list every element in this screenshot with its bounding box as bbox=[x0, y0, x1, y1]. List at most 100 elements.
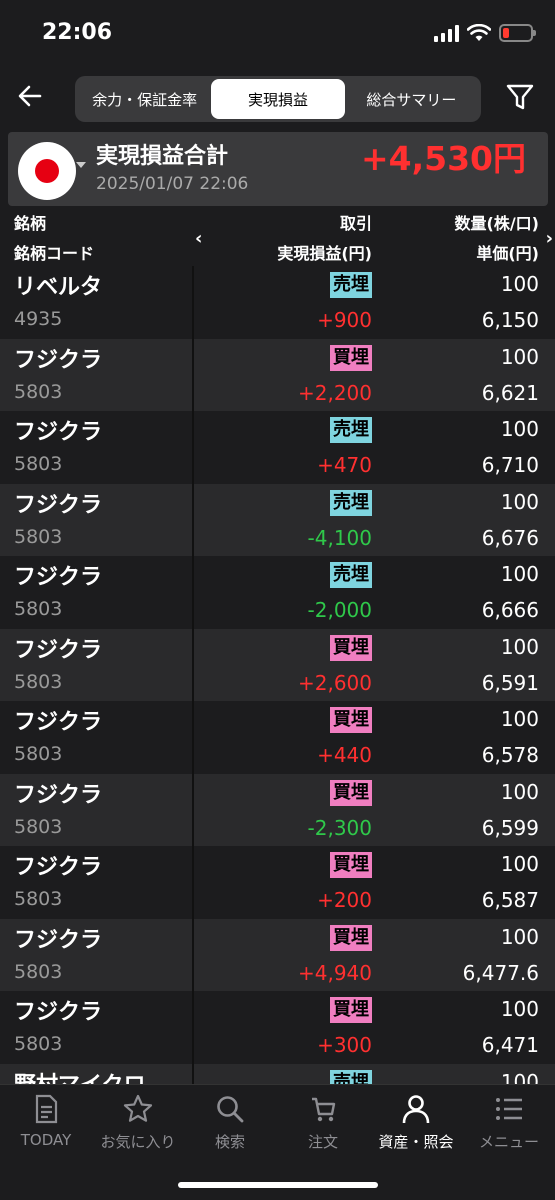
stock-code: 5803 bbox=[14, 453, 63, 475]
stock-code: 5803 bbox=[14, 743, 63, 765]
realized-pl: -2,300 bbox=[307, 815, 372, 840]
trade-row[interactable]: フジクラ 5803 買埋 +4,940 100 6,477.6 bbox=[0, 918, 555, 991]
trade-row[interactable]: フジクラ 5803 売埋 -2,000 100 6,666 bbox=[0, 556, 555, 629]
header-name: 銘柄 bbox=[14, 214, 47, 233]
market-flag-button[interactable] bbox=[18, 142, 76, 200]
menu-icon bbox=[496, 1098, 522, 1120]
trade-row[interactable]: フジクラ 5803 買埋 -2,300 100 6,599 bbox=[0, 773, 555, 846]
trade-row[interactable]: フジクラ 5803 売埋 -4,100 100 6,676 bbox=[0, 483, 555, 556]
column-divider bbox=[192, 846, 194, 919]
trade-badge: 買埋 bbox=[330, 707, 372, 733]
stock-name: フジクラ bbox=[14, 637, 103, 663]
trade-row[interactable]: フジクラ 5803 買埋 +2,600 100 6,591 bbox=[0, 628, 555, 701]
column-divider bbox=[192, 701, 194, 774]
stock-name: フジクラ bbox=[14, 492, 103, 518]
quantity: 100 bbox=[500, 924, 539, 949]
quantity: 100 bbox=[500, 562, 539, 586]
star-icon bbox=[123, 1094, 153, 1122]
search-icon bbox=[217, 1096, 244, 1123]
column-divider bbox=[192, 266, 194, 339]
trade-row[interactable]: フジクラ 5803 買埋 +2,200 100 6,621 bbox=[0, 338, 555, 411]
cellular-signal-icon bbox=[434, 24, 459, 42]
unit-price: 6,591 bbox=[481, 670, 539, 695]
stock-name: 野村マイクロ… bbox=[14, 1067, 190, 1085]
unit-price: 6,578 bbox=[481, 743, 539, 767]
nav-today-label: TODAY bbox=[20, 1131, 72, 1149]
stock-code: 5803 bbox=[14, 960, 63, 983]
realized-pl: -2,000 bbox=[307, 598, 372, 622]
person-icon bbox=[402, 1095, 430, 1124]
quantity: 100 bbox=[500, 489, 539, 514]
realized-pl: +300 bbox=[317, 1033, 372, 1057]
stock-code: 5803 bbox=[14, 815, 63, 838]
column-divider bbox=[192, 918, 194, 991]
quantity: 100 bbox=[500, 417, 539, 441]
segmented-control: 余力・保証金率 実現損益 総合サマリー bbox=[75, 76, 481, 122]
trade-badge: 買埋 bbox=[330, 344, 372, 371]
quantity: 100 bbox=[500, 997, 539, 1021]
nav-order[interactable]: 注文 bbox=[277, 1093, 369, 1157]
unit-price: 6,150 bbox=[481, 308, 539, 332]
realized-pl: +470 bbox=[317, 453, 372, 477]
stock-name: フジクラ bbox=[14, 710, 103, 735]
header-trade: 取引 bbox=[339, 214, 372, 233]
trade-badge: 売埋 bbox=[330, 272, 372, 298]
trade-row[interactable]: フジクラ 5803 買埋 +440 100 6,578 bbox=[0, 701, 555, 774]
status-bar: 22:06 bbox=[0, 0, 555, 70]
stock-name: フジクラ bbox=[14, 782, 103, 808]
nav-search[interactable]: 検索 bbox=[184, 1093, 276, 1157]
summary-date: 2025/01/07 22:06 bbox=[96, 174, 249, 194]
trade-badge: 買埋 bbox=[330, 634, 372, 661]
wifi-icon bbox=[467, 24, 491, 41]
column-divider bbox=[192, 483, 194, 556]
column-divider bbox=[192, 338, 194, 411]
unit-price: 6,676 bbox=[481, 525, 539, 550]
stock-code: 5803 bbox=[14, 1033, 63, 1055]
column-divider bbox=[192, 411, 194, 484]
filter-icon[interactable] bbox=[505, 82, 535, 112]
trade-row[interactable]: フジクラ 5803 買埋 +200 100 6,587 bbox=[0, 846, 555, 919]
header-pl: 実現損益(円) bbox=[277, 244, 372, 263]
tab-realized-pl[interactable]: 実現損益 bbox=[211, 79, 345, 119]
tab-margin[interactable]: 余力・保証金率 bbox=[78, 79, 211, 119]
nav-favorites[interactable]: お気に入り bbox=[92, 1093, 184, 1157]
stock-name: フジクラ bbox=[14, 1000, 103, 1025]
trade-row[interactable]: 野村マイクロ… 売埋 100 bbox=[0, 1063, 555, 1085]
stock-name: フジクラ bbox=[14, 420, 103, 445]
realized-pl: +2,600 bbox=[297, 670, 372, 695]
trade-row[interactable]: フジクラ 5803 買埋 +300 100 6,471 bbox=[0, 991, 555, 1064]
home-indicator bbox=[178, 1182, 378, 1188]
unit-price: 6,710 bbox=[481, 453, 539, 477]
nav-today[interactable]: TODAY bbox=[0, 1093, 92, 1157]
column-divider bbox=[192, 991, 194, 1064]
chevron-right-icon[interactable]: › bbox=[546, 228, 553, 249]
trade-list: リベルタ 4935 売埋 +900 100 6,150 フジクラ 5803 買埋 +2,200 10… bbox=[0, 266, 555, 1084]
realized-pl: +900 bbox=[317, 308, 372, 332]
cart-icon bbox=[312, 1097, 336, 1122]
stock-name: フジクラ bbox=[14, 927, 103, 953]
trade-row[interactable]: リベルタ 4935 売埋 +900 100 6,150 bbox=[0, 266, 555, 339]
trade-row[interactable]: フジクラ 5803 売埋 +470 100 6,710 bbox=[0, 411, 555, 484]
stock-code: 5803 bbox=[14, 598, 63, 620]
unit-price: 6,621 bbox=[481, 380, 539, 405]
realized-pl: -4,100 bbox=[307, 525, 372, 550]
unit-price: 6,471 bbox=[481, 1033, 539, 1057]
back-arrow-icon[interactable] bbox=[14, 80, 46, 112]
summary-panel: 実現損益合計 2025/01/07 22:06 +4,530円 bbox=[8, 132, 548, 206]
column-divider bbox=[192, 556, 194, 629]
today-icon bbox=[35, 1094, 58, 1124]
unit-price: 6,587 bbox=[481, 888, 539, 912]
realized-pl: +200 bbox=[317, 888, 372, 912]
quantity: 100 bbox=[500, 1069, 539, 1085]
nav-assets[interactable]: 資産・照会 bbox=[370, 1093, 462, 1157]
column-divider bbox=[192, 1063, 194, 1084]
tab-summary[interactable]: 総合サマリー bbox=[345, 79, 478, 119]
trade-badge: 買埋 bbox=[330, 852, 372, 878]
chevron-left-icon[interactable]: ‹ bbox=[195, 228, 202, 249]
summary-title: 実現損益合計 bbox=[96, 144, 229, 169]
caret-down-icon[interactable] bbox=[76, 162, 86, 168]
nav-menu[interactable]: メニュー bbox=[463, 1093, 555, 1157]
battery-icon bbox=[499, 24, 536, 42]
column-divider bbox=[192, 628, 194, 701]
header-code: 銘柄コード bbox=[14, 244, 95, 263]
